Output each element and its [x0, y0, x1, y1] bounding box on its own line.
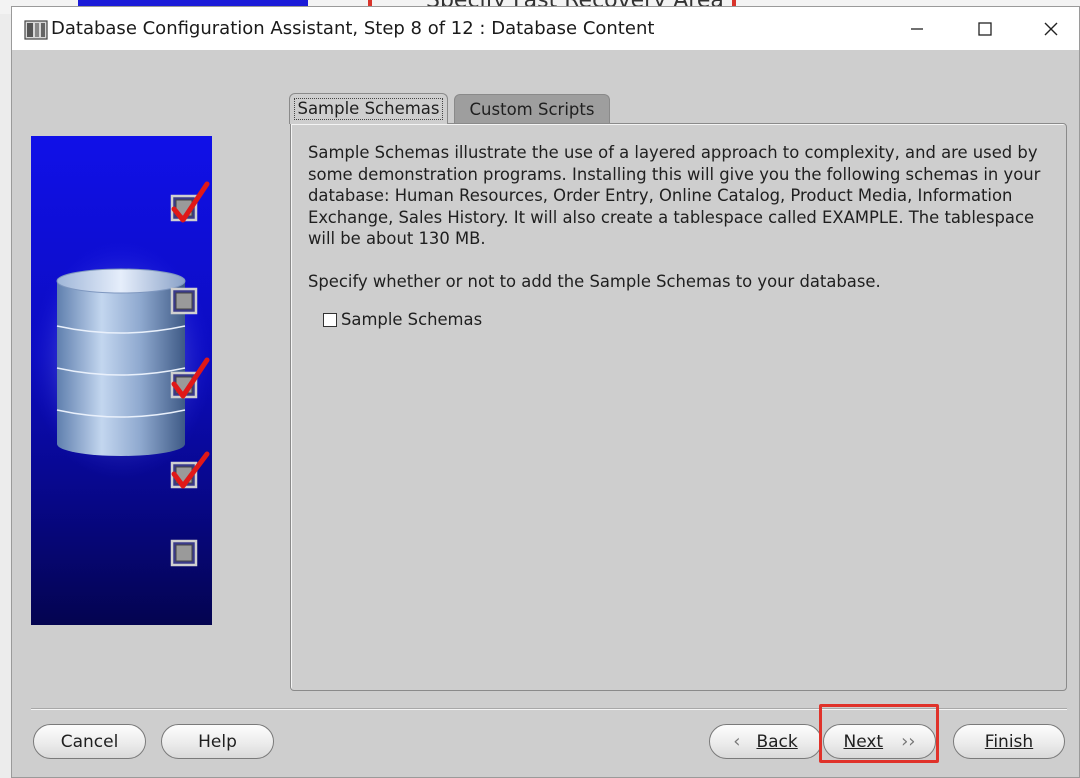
title-bar: Database Configuration Assistant, Step 8… [12, 7, 1079, 50]
tab-sample-schemas-label: Sample Schemas [294, 98, 443, 120]
close-icon [1044, 22, 1058, 35]
sample-schemas-description: Sample Schemas illustrate the use of a l… [308, 143, 1041, 249]
side-graphic [31, 136, 212, 625]
footer-separator [31, 708, 1067, 710]
chevron-left-icon: ‹ [733, 731, 741, 752]
tab-sample-schemas[interactable]: Sample Schemas [289, 93, 448, 124]
tab-content-panel: Sample Schemas illustrate the use of a l… [290, 123, 1067, 691]
minimize-button[interactable] [884, 7, 950, 50]
maximize-button[interactable] [952, 7, 1018, 50]
maximize-icon [978, 21, 992, 36]
database-cylinder-icon [56, 268, 186, 456]
sample-schemas-checkbox[interactable] [323, 312, 337, 327]
tab-custom-scripts-label: Custom Scripts [469, 100, 595, 119]
chevron-right-icon: ›› [901, 731, 916, 752]
dbca-window: Database Configuration Assistant, Step 8… [11, 6, 1080, 778]
window-title: Database Configuration Assistant, Step 8… [51, 18, 655, 39]
cancel-button-label: Cancel [60, 731, 119, 752]
minimize-icon [911, 27, 923, 30]
sample-schemas-checkbox-label[interactable]: Sample Schemas [341, 310, 482, 329]
back-button-label: Back [756, 731, 798, 752]
checklist-box-2 [170, 287, 198, 315]
database-checklist-illustration [31, 181, 212, 567]
help-button[interactable]: Help [161, 724, 274, 759]
close-button[interactable] [1018, 7, 1080, 50]
sample-schemas-prompt: Specify whether or not to add the Sample… [308, 272, 881, 291]
finish-button-label: Finish [984, 731, 1034, 752]
finish-button[interactable]: Finish [953, 724, 1065, 759]
next-button[interactable]: Next ›› [823, 724, 936, 759]
next-button-label: Next [843, 731, 884, 752]
sample-schemas-checkbox-row[interactable]: Sample Schemas [323, 310, 482, 329]
tab-custom-scripts[interactable]: Custom Scripts [454, 94, 610, 124]
cancel-button[interactable]: Cancel [33, 724, 146, 759]
checklist-box-5 [170, 539, 198, 567]
help-button-label: Help [198, 731, 237, 752]
app-icon [24, 20, 48, 40]
back-button[interactable]: ‹ Back [709, 724, 822, 759]
